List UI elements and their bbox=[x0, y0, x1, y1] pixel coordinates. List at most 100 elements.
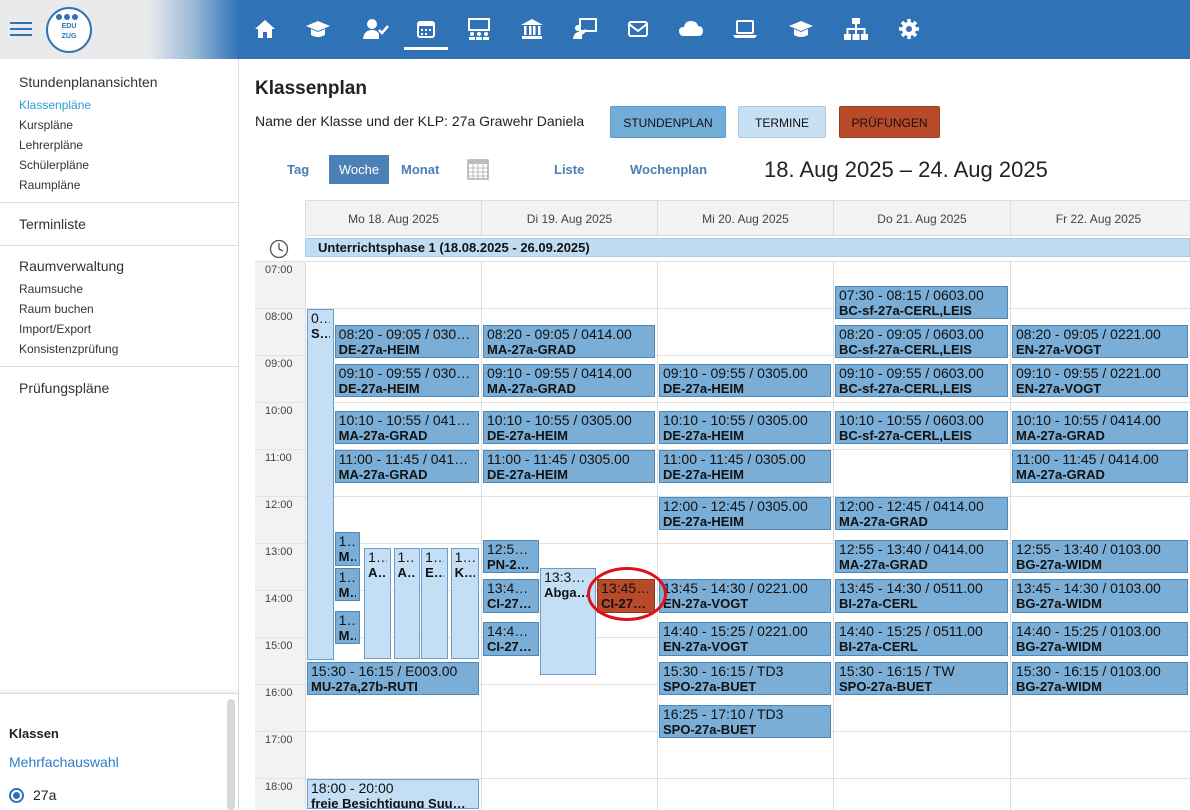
time-label: 08:00 bbox=[265, 311, 293, 323]
calendar-event[interactable]: 1…Abg bbox=[393, 547, 421, 660]
event-course-code: MA-27a-GRAD bbox=[487, 380, 576, 396]
calendar-event[interactable]: 11:00 - 11:45 / 0305.00 DE-27a-HEIM bbox=[483, 450, 655, 484]
user-check-icon[interactable] bbox=[360, 14, 390, 44]
calendar-event[interactable]: 1… Kor bbox=[450, 547, 479, 660]
calendar-event[interactable]: 10:10 - 10:55 / 0603.00 BC-sf-27a-CERL,LE… bbox=[835, 410, 1008, 445]
institution-icon[interactable] bbox=[517, 14, 547, 44]
view-woche-button[interactable]: Woche bbox=[329, 155, 389, 184]
view-wochenplan-button[interactable]: Wochenplan bbox=[630, 162, 707, 177]
calendar-event[interactable]: 12:55… PN-2… bbox=[483, 540, 540, 574]
hamburger-menu-icon[interactable] bbox=[10, 18, 32, 40]
sidebar-heading-terminliste[interactable]: Terminliste bbox=[19, 216, 86, 232]
calendar-event[interactable]: 08:20 - 09:05 / 0221.00 EN-27a-VOGT bbox=[1012, 324, 1188, 358]
gear-icon[interactable] bbox=[894, 14, 924, 44]
week-calendar-grid[interactable]: 07:00 08:00 09:00 10:00 11:00 12:00 13:00 14:00… bbox=[255, 261, 1190, 810]
stundenplan-button[interactable]: STUNDENPLAN bbox=[610, 106, 726, 138]
calendar-event[interactable]: 10:10 - 10:55 / 041… MA-27a-GRAD bbox=[334, 410, 479, 445]
calendar-event[interactable]: 09:10 - 09:55 / 0603.00 BC-sf-27a-CERL,LE… bbox=[835, 363, 1008, 398]
envelope-icon[interactable] bbox=[623, 14, 653, 44]
teacher-board-icon[interactable] bbox=[570, 14, 600, 44]
calendar-event[interactable]: 11:00 - 11:45 / 0414.00 MA-27a-GRAD bbox=[1012, 450, 1188, 484]
calendar-event[interactable]: 10:10 - 10:55 / 0414.00 MA-27a-GRAD bbox=[1012, 410, 1188, 445]
event-time-room: 14:40… bbox=[487, 624, 536, 640]
calendar-event[interactable]: 07:30 - 08:15 / 0603.00 BC-sf-27a-CERL,LE… bbox=[835, 285, 1008, 319]
calendar-event[interactable]: 1…MU bbox=[334, 567, 360, 601]
sidebar-heading-pruefungsplaene[interactable]: Prüfungspläne bbox=[19, 380, 109, 396]
calendar-icon[interactable] bbox=[411, 14, 441, 44]
event-course-code: BG-27a-WIDM bbox=[1016, 557, 1102, 573]
calendar-event[interactable]: 13:45 - 14:30 / 0221.00 EN-27a-VOGT bbox=[659, 579, 831, 613]
calendar-event[interactable]: 1…MU bbox=[334, 610, 360, 644]
phase-banner[interactable]: Unterrichtsphase 1 (18.08.2025 - 26.09.2… bbox=[305, 238, 1190, 257]
calendar-event[interactable]: 13:30… Abga… bbox=[540, 567, 597, 676]
calendar-event[interactable]: 10:10 - 10:55 / 0305.00 DE-27a-HEIM bbox=[483, 410, 655, 445]
sidebar-item-raum-buchen[interactable]: Raum buchen bbox=[19, 302, 94, 316]
calendar-event[interactable]: 08:20 - 09:05 / 0414.00 MA-27a-GRAD bbox=[483, 324, 655, 358]
event-time-room: 09:10 - 09:55 / 030… bbox=[338, 365, 471, 381]
class-radio-label[interactable]: 27a bbox=[33, 787, 56, 803]
calendar-event[interactable]: 11:00 - 11:45 / 0414… MA-27a-GRAD bbox=[334, 450, 479, 484]
view-monat-button[interactable]: Monat bbox=[401, 162, 439, 177]
sidebar-item-schuelerplaene[interactable]: Schülerpläne bbox=[19, 158, 89, 172]
people-board-icon[interactable] bbox=[464, 14, 494, 44]
calendar-event[interactable]: 13:45 - 14:30 / 0103.00 BG-27a-WIDM bbox=[1012, 579, 1188, 613]
termine-button[interactable]: TERMINE bbox=[738, 106, 826, 138]
home-icon[interactable] bbox=[250, 14, 280, 44]
calendar-event[interactable]: 15:30 - 16:15 / 0103.00 BG-27a-WIDM bbox=[1012, 661, 1188, 695]
calendar-event[interactable]: 1…MU bbox=[334, 532, 360, 566]
calendar-event[interactable]: 12:00 - 12:45 / 0414.00 MA-27a-GRAD bbox=[835, 497, 1008, 531]
sidebar-item-klassenplaene[interactable]: Klassenpläne bbox=[19, 98, 91, 112]
calendar-event[interactable]: 13:45 - 14:30 / 0511.00 BI-27a-CERL bbox=[835, 579, 1008, 613]
date-picker-calendar-icon[interactable] bbox=[467, 158, 489, 180]
graduation-cap-icon[interactable] bbox=[786, 14, 816, 44]
calendar-event[interactable]: 1…Ein bbox=[421, 547, 448, 660]
calendar-event[interactable]: 14:40 - 15:25 / 0221.00 EN-27a-VOGT bbox=[659, 622, 831, 656]
sitemap-icon[interactable] bbox=[841, 14, 871, 44]
calendar-event[interactable]: 11:00 - 11:45 / 0305.00 DE-27a-HEIM bbox=[659, 450, 831, 484]
sidebar-item-kursplaene[interactable]: Kurspläne bbox=[19, 118, 73, 132]
calendar-event[interactable]: 14:40… CI-27… bbox=[483, 622, 540, 656]
calendar-event[interactable]: 16:25 - 17:10 / TD3 SPO-27a-BUET bbox=[659, 704, 831, 738]
calendar-event[interactable]: 09:10 - 09:55 / 0221.00 EN-27a-VOGT bbox=[1012, 363, 1188, 398]
calendar-event[interactable]: 15:30 - 16:15 / TW SPO-27a-BUET bbox=[835, 661, 1008, 695]
sidebar-item-lehrerplaene[interactable]: Lehrerpläne bbox=[19, 138, 83, 152]
view-liste-button[interactable]: Liste bbox=[554, 162, 584, 177]
calendar-event[interactable]: 10:10 - 10:55 / 0305.00 DE-27a-HEIM bbox=[659, 410, 831, 445]
calendar-event[interactable]: 15:30 - 16:15 / E003.00 MU-27a,27b-RUTI bbox=[307, 661, 479, 695]
calendar-event[interactable]: 12:55 - 13:40 / 0414.00 MA-27a-GRAD bbox=[835, 540, 1008, 574]
calendar-event[interactable]: 14:40 - 15:25 / 0103.00 BG-27a-WIDM bbox=[1012, 622, 1188, 656]
calendar-event[interactable]: 09:10 - 09:55 / 0414.00 MA-27a-GRAD bbox=[483, 363, 655, 398]
sidebar-item-import-export[interactable]: Import/Export bbox=[19, 322, 91, 336]
calendar-event[interactable]: 1…Abg bbox=[364, 547, 391, 660]
sidebar-item-raumplaene[interactable]: Raumpläne bbox=[19, 178, 80, 192]
calendar-event[interactable]: 09:10 - 09:55 / 030… DE-27a-HEIM bbox=[334, 363, 479, 398]
event-course-code: MA-27a-GRAD bbox=[338, 427, 428, 443]
calendar-event[interactable]: 18:00 - 20:00 freie Besichtigung Suu… bbox=[307, 779, 479, 809]
calendar-event[interactable]: 08:20 - 09:05 / 030… DE-27a-HEIM bbox=[334, 324, 479, 358]
edu-zug-logo[interactable]: EDU ZUG bbox=[46, 7, 92, 53]
calendar-event[interactable]: 12:55 - 13:40 / 0103.00 BG-27a-WIDM bbox=[1012, 540, 1188, 574]
day-header-row: Mo 18. Aug 2025 Di 19. Aug 2025 Mi 20. A… bbox=[305, 200, 1190, 237]
calendar-event[interactable]: 14:40 - 15:25 / 0511.00 BI-27a-CERL bbox=[835, 622, 1008, 656]
cloud-icon[interactable] bbox=[676, 14, 706, 44]
calendar-event[interactable]: 13:45… CI-27… bbox=[597, 579, 655, 613]
time-column bbox=[255, 261, 305, 810]
calendar-event[interactable]: 15:30 - 16:15 / TD3 SPO-27a-BUET bbox=[659, 661, 831, 695]
sidebar-heading-raumverwaltung[interactable]: Raumverwaltung bbox=[19, 258, 124, 274]
calendar-event[interactable]: 09:10 - 09:55 / 0305.00 DE-27a-HEIM bbox=[659, 363, 831, 398]
laptop-icon[interactable] bbox=[730, 14, 760, 44]
sidebar-item-raumsuche[interactable]: Raumsuche bbox=[19, 282, 83, 296]
calendar-event[interactable]: 13:45… CI-27… bbox=[483, 579, 540, 613]
event-time-room: 1… bbox=[338, 569, 356, 585]
calendar-event[interactable]: 0…Sch bbox=[307, 309, 334, 660]
sidebar-item-konsistenzpruefung[interactable]: Konsistenzprüfung bbox=[19, 342, 118, 356]
calendar-event[interactable]: 08:20 - 09:05 / 0603.00 BC-sf-27a-CERL,LE… bbox=[835, 324, 1008, 358]
class-selector-scrollbar[interactable] bbox=[227, 699, 235, 810]
sidebar-heading-stundenplanansichten[interactable]: Stundenplanansichten bbox=[19, 74, 158, 90]
view-tag-button[interactable]: Tag bbox=[287, 162, 309, 177]
calendar-event[interactable]: 12:00 - 12:45 / 0305.00 DE-27a-HEIM bbox=[659, 497, 831, 531]
class-radio-button[interactable] bbox=[9, 788, 24, 803]
pruefungen-button[interactable]: PRÜFUNGEN bbox=[839, 106, 940, 138]
graduation-cap-icon[interactable] bbox=[303, 14, 333, 44]
mehrfachauswahl-link[interactable]: Mehrfachauswahl bbox=[9, 754, 119, 770]
